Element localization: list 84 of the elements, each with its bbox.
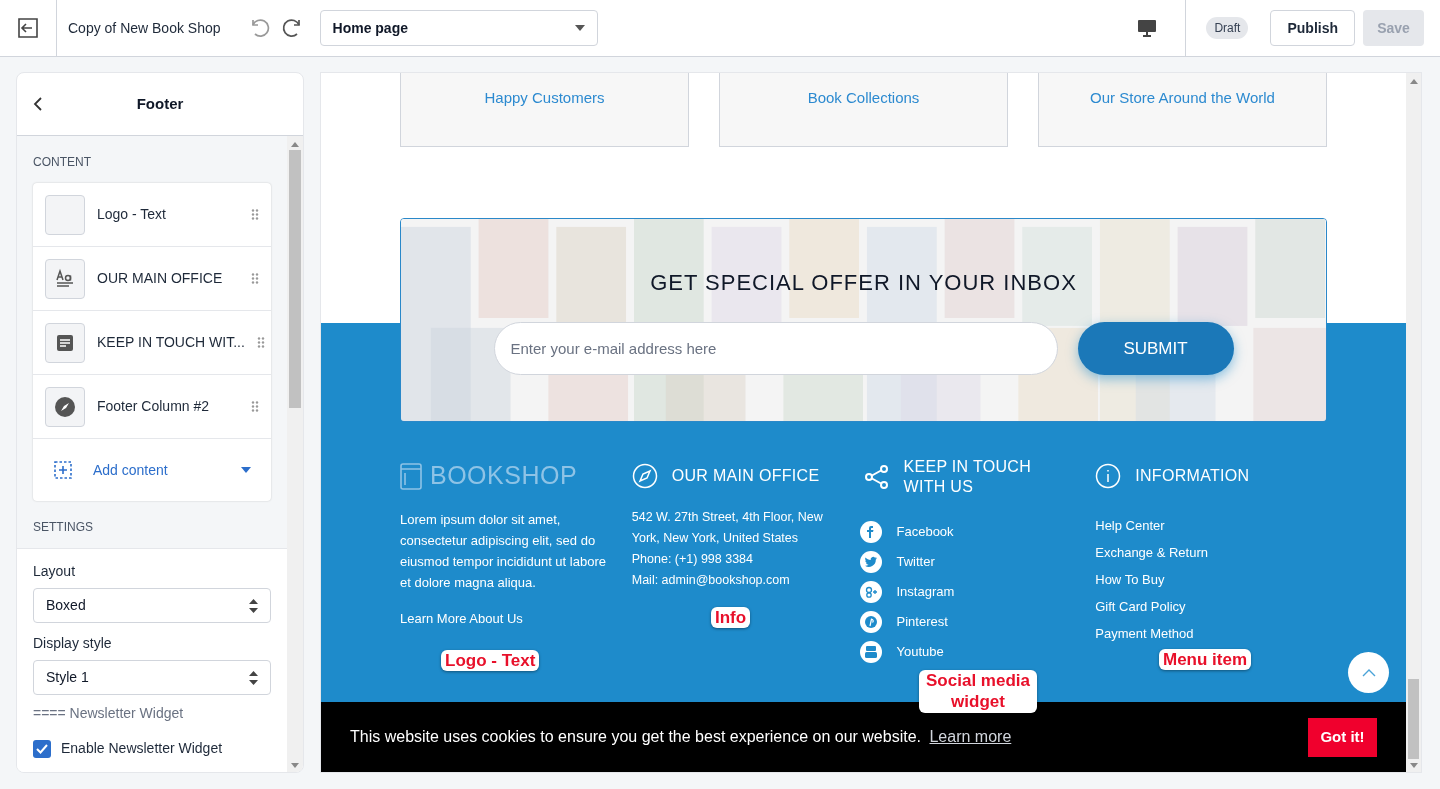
social-link[interactable]: Instagram: [896, 582, 955, 602]
publish-button[interactable]: Publish: [1270, 10, 1355, 46]
cookie-text: This website uses cookies to ensure you get the best experience on our website. Learn more: [350, 727, 1012, 747]
menu-link[interactable]: Exchange & Return: [1095, 544, 1208, 561]
social-link[interactable]: Twitter: [896, 552, 935, 572]
logo-text: BOOKSHOP: [430, 460, 578, 492]
note-text: ==== Newsletter Widget: [33, 704, 185, 723]
gplus-icon[interactable]: [859, 581, 882, 603]
caret-icon[interactable]: [574, 25, 585, 31]
checkbox-label: Enable Newsletter Widget: [61, 739, 223, 758]
submit-button[interactable]: SUBMIT: [1077, 322, 1234, 375]
office-info-text: 542 W. 27th Street, 4th Floor, New York, New York, United States: [631, 509, 824, 547]
content-item[interactable]: OUR MAIN OFFICE: [33, 247, 271, 311]
page-select[interactable]: Home page: [319, 10, 598, 46]
text-format-icon: [45, 258, 85, 299]
field-label: Layout: [33, 562, 77, 581]
annotation-label: Info: [711, 607, 751, 629]
scroll-up-icon[interactable]: [1409, 79, 1418, 84]
office-info-text: Mail: admin@bookshop.com: [631, 572, 791, 589]
email-field[interactable]: Enter your e-mail address here: [493, 322, 1058, 375]
newsletter-title: GET SPECIAL OFFER IN YOUR INBOX: [650, 269, 1077, 297]
menu-link[interactable]: Payment Method: [1095, 625, 1194, 642]
menu-link[interactable]: Help Center: [1095, 517, 1165, 534]
thumbnail-icon: [45, 194, 85, 235]
add-icon[interactable]: [53, 460, 73, 480]
book-icon: [400, 462, 422, 490]
section-heading: CONTENT: [32, 154, 92, 171]
content-item[interactable]: Logo - Text: [33, 183, 271, 247]
scroll-up-icon[interactable]: [291, 142, 299, 147]
add-content-button[interactable]: Add content: [33, 439, 271, 501]
learn-more-link[interactable]: Learn More About Us: [400, 609, 523, 629]
about-text: Lorem ipsum dolor sit amet, consectetur adipiscing elit, sed do eiusmod tempor incididunt ut labore et dolore magna aliqua.: [400, 511, 607, 592]
stat-card: Our Store Around the World: [1038, 73, 1327, 147]
drag-handle-icon[interactable]: [251, 273, 259, 284]
scroll-down-icon[interactable]: [291, 763, 299, 768]
accept-button[interactable]: Got it!: [1308, 717, 1377, 757]
drag-handle-icon[interactable]: [256, 337, 265, 348]
section-heading: SETTINGS: [32, 519, 94, 536]
document-icon: [45, 322, 85, 363]
annotation-label: Menu item: [1159, 649, 1252, 671]
chevron-up-icon[interactable]: [1361, 668, 1376, 677]
column-heading: KEEP IN TOUCH WITH US: [903, 457, 1032, 497]
compass-icon: [45, 386, 85, 427]
back-icon[interactable]: [33, 97, 43, 111]
field-label: Display style: [33, 634, 113, 653]
stepper-icon[interactable]: [249, 598, 258, 613]
pinterest-icon[interactable]: [859, 611, 882, 633]
scrollbar-thumb[interactable]: [289, 150, 301, 408]
scrollbar-thumb[interactable]: [1408, 679, 1419, 759]
twitter-icon[interactable]: [859, 551, 882, 573]
scrollbar[interactable]: [1406, 73, 1421, 772]
content-item[interactable]: Footer Column #2: [33, 375, 271, 439]
social-link[interactable]: Youtube: [896, 642, 944, 662]
menu-link[interactable]: How To Buy: [1095, 571, 1165, 588]
facebook-icon[interactable]: [859, 521, 882, 543]
status-badge: Draft: [1206, 17, 1249, 39]
compass-icon: [631, 463, 658, 489]
select-field[interactable]: Boxed: [33, 588, 271, 623]
desktop-icon[interactable]: [1137, 18, 1158, 38]
content-item[interactable]: KEEP IN TOUCH WIT...: [33, 311, 271, 375]
stat-card: Happy Customers: [400, 73, 689, 147]
annotation-label: Social media widget: [919, 670, 1037, 713]
select-field[interactable]: Style 1: [33, 660, 271, 695]
stat-card: Book Collections: [719, 73, 1008, 147]
checkbox[interactable]: [33, 739, 51, 758]
stepper-icon[interactable]: [249, 670, 258, 685]
menu-link[interactable]: Gift Card Policy: [1095, 598, 1186, 615]
site-title: Copy of New Book Shop: [68, 18, 221, 38]
info-icon: [1095, 463, 1122, 489]
annotation-label: Logo - Text: [441, 650, 540, 672]
panel-title: Footer: [136, 93, 184, 114]
social-link[interactable]: Facebook: [896, 522, 954, 542]
social-link[interactable]: Pinterest: [896, 612, 948, 632]
office-info-text: Phone: (+1) 998 3384: [631, 551, 755, 568]
column-heading: OUR MAIN OFFICE: [671, 466, 820, 486]
column-heading: INFORMATION: [1135, 466, 1250, 486]
share-icon: [863, 464, 890, 490]
scroll-top-button[interactable]: [1348, 652, 1389, 693]
scrollbar[interactable]: [287, 136, 303, 772]
learn-more-link[interactable]: Learn more: [929, 728, 1012, 745]
caret-icon[interactable]: [241, 467, 251, 473]
scroll-down-icon[interactable]: [1409, 763, 1418, 768]
drag-handle-icon[interactable]: [251, 401, 259, 412]
drag-handle-icon[interactable]: [251, 209, 259, 220]
